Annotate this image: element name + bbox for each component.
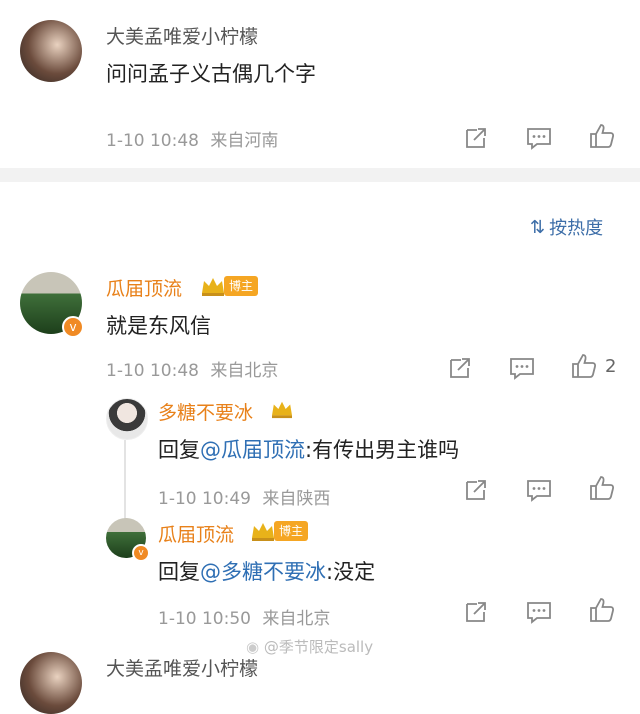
reply-prefix: 回复 bbox=[158, 438, 200, 462]
reply-time: 1-10 10:49 bbox=[158, 489, 251, 509]
like-icon[interactable] bbox=[570, 352, 598, 380]
crown-icon bbox=[252, 523, 274, 541]
reply-source: 来自北京 bbox=[262, 609, 331, 629]
comment-time: 1-10 10:48 bbox=[106, 361, 199, 381]
blogger-badge-label: 博主 bbox=[224, 276, 259, 296]
crown-icon bbox=[272, 401, 292, 419]
reply-meta: 1-10 10:50 来自北京 bbox=[158, 604, 330, 629]
blogger-badge: 博主 bbox=[200, 275, 259, 297]
comment-meta: 1-10 10:48 来自北京 bbox=[106, 356, 278, 381]
reply-prefix: 回复 bbox=[158, 560, 200, 584]
reply-username[interactable]: 多糖不要冰 bbox=[158, 398, 253, 425]
comment-meta: 1-10 10:48 来自河南 bbox=[106, 126, 278, 151]
comment-username[interactable]: 瓜届顶流 bbox=[106, 274, 182, 301]
avatar[interactable] bbox=[20, 20, 82, 82]
like-count: 2 bbox=[605, 356, 617, 377]
watermark: ◉ @季节限定sally bbox=[246, 636, 373, 657]
reply-text: 回复@多糖不要冰:没定 bbox=[158, 556, 375, 586]
comment-time: 1-10 10:48 bbox=[106, 131, 199, 151]
comment-username[interactable]: 大美孟唯爱小柠檬 bbox=[106, 654, 258, 681]
like-icon[interactable] bbox=[588, 122, 616, 150]
share-icon[interactable] bbox=[446, 354, 474, 382]
reply-body: :没定 bbox=[326, 560, 376, 584]
sort-label: 按热度 bbox=[549, 218, 604, 239]
avatar[interactable] bbox=[106, 398, 148, 440]
share-icon[interactable] bbox=[462, 598, 490, 626]
sort-icon: ⇅ bbox=[530, 216, 546, 238]
comment-icon[interactable] bbox=[525, 476, 553, 504]
reply-username[interactable]: 瓜届顶流 bbox=[158, 520, 234, 547]
comment-source: 来自北京 bbox=[210, 361, 279, 381]
comment-icon[interactable] bbox=[525, 124, 553, 152]
share-icon[interactable] bbox=[462, 124, 490, 152]
crown-icon bbox=[202, 278, 224, 296]
comment-icon[interactable] bbox=[525, 598, 553, 626]
blogger-badge: 博主 bbox=[250, 520, 309, 542]
reply-body: :有传出男主谁吗 bbox=[305, 438, 460, 462]
mention-link[interactable]: @瓜届顶流 bbox=[200, 438, 305, 462]
watermark-text: @季节限定sally bbox=[263, 638, 374, 656]
like-icon[interactable] bbox=[588, 474, 616, 502]
reply-meta: 1-10 10:49 来自陕西 bbox=[158, 484, 330, 509]
comment-username[interactable]: 大美孟唯爱小柠檬 bbox=[106, 22, 258, 49]
comment-text: 问问孟子义古偶几个字 bbox=[106, 62, 316, 86]
sort-toggle[interactable]: ⇅ 按热度 bbox=[530, 214, 603, 240]
comment-icon[interactable] bbox=[508, 354, 536, 382]
mention-link[interactable]: @多糖不要冰 bbox=[200, 560, 326, 584]
comment-source: 来自河南 bbox=[210, 131, 279, 151]
reply-source: 来自陕西 bbox=[262, 489, 331, 509]
reply-text: 回复@瓜届顶流:有传出男主谁吗 bbox=[158, 434, 459, 464]
avatar[interactable] bbox=[20, 652, 82, 714]
share-icon[interactable] bbox=[462, 476, 490, 504]
reply-time: 1-10 10:50 bbox=[158, 609, 251, 629]
section-divider bbox=[0, 168, 640, 182]
like-icon[interactable] bbox=[588, 596, 616, 624]
thread-line bbox=[124, 440, 126, 525]
verified-badge-icon: v bbox=[62, 316, 84, 338]
verified-badge-icon: v bbox=[132, 544, 150, 562]
comment-text: 就是东风信 bbox=[106, 314, 211, 338]
blogger-badge-label: 博主 bbox=[274, 521, 309, 541]
